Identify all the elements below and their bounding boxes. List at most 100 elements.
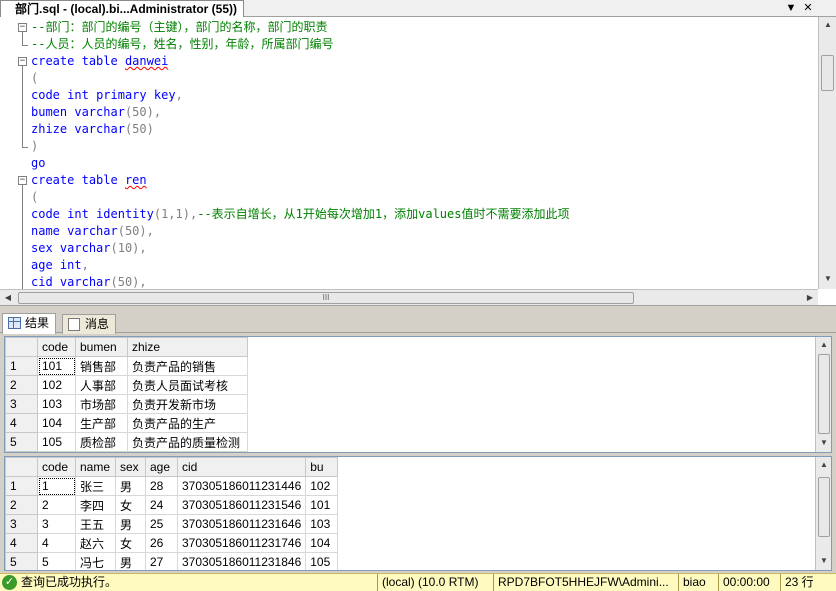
grid1-scroll-up-icon[interactable]: ▲ [816, 337, 831, 353]
row-number[interactable]: 5 [5, 552, 38, 570]
grid1-vertical-scrollbar[interactable]: ▲ ▼ [815, 337, 831, 452]
code-line[interactable]: ( [0, 189, 818, 206]
code-line[interactable]: ( [0, 70, 818, 87]
grid-cell[interactable]: 冯七 [75, 552, 116, 570]
grid2-scroll-down-icon[interactable]: ▼ [816, 553, 831, 569]
editor-hscroll-thumb[interactable]: III [18, 292, 634, 304]
collapse-region-icon[interactable]: − [18, 176, 27, 185]
table-row[interactable]: 1 1 张三男 28 370305186011231446 102 [5, 476, 339, 496]
editor-vertical-scrollbar[interactable]: ▲ ▼ [818, 17, 836, 289]
grid-cell[interactable]: 370305186011231746 [176, 533, 307, 553]
table-row[interactable]: 5 105 质检部 负责产品的质量检测 [5, 432, 248, 452]
grid-cell[interactable]: 1 [37, 476, 76, 496]
code-line[interactable]: sex varchar(10), [0, 240, 818, 257]
grid-cell[interactable]: 男 [115, 552, 146, 570]
scroll-left-icon[interactable]: ◀ [0, 290, 16, 305]
column-header[interactable]: name [75, 457, 116, 477]
grid-cell[interactable]: 370305186011231846 [176, 552, 307, 570]
sql-editor[interactable]: − --部门：部门的编号（主键），部门的名称，部门的职责 --人员：人员的编号，姓名… [0, 17, 836, 306]
grid-cell[interactable]: 男 [115, 476, 146, 496]
grid-cell[interactable]: 102 [305, 476, 339, 496]
code-line[interactable]: − create table danwei [0, 53, 818, 70]
scroll-right-icon[interactable]: ▶ [802, 290, 818, 305]
table-row[interactable]: 2 2 李四女 24 370305186011231546 101 [5, 495, 339, 515]
column-header[interactable]: age [145, 457, 178, 477]
grid-cell[interactable]: 负责产品的销售 [127, 356, 248, 376]
grid-cell[interactable]: 105 [37, 432, 76, 452]
grid-cell[interactable]: 105 [305, 552, 339, 570]
code-line[interactable]: name varchar(50), [0, 223, 818, 240]
grid-cell[interactable]: 103 [305, 514, 339, 534]
row-number[interactable]: 1 [5, 476, 38, 496]
column-header[interactable]: code [37, 457, 76, 477]
table-row[interactable]: 3 3 王五男 25 370305186011231646 103 [5, 514, 339, 534]
code-line[interactable]: − --部门：部门的编号（主键），部门的名称，部门的职责 [0, 19, 818, 36]
column-header[interactable]: bumen [75, 337, 128, 357]
code-line[interactable]: --人员：人员的编号，姓名，性别，年龄，所属部门编号 [0, 36, 818, 53]
grid-cell[interactable]: 101 [305, 495, 339, 515]
row-number[interactable]: 2 [5, 375, 38, 395]
grid-cell[interactable]: 负责产品的生产 [127, 413, 248, 433]
grid-cell[interactable]: 销售部 [75, 356, 128, 376]
column-header[interactable]: sex [115, 457, 146, 477]
document-tab[interactable]: 部门.sql - (local).bi...Administrator (55)… [0, 0, 245, 17]
code-line[interactable]: code int identity(1,1),--表示自增长，从1开始每次增加1… [0, 206, 818, 223]
grid-cell[interactable]: 370305186011231546 [176, 495, 307, 515]
grid-cell[interactable]: 104 [37, 413, 76, 433]
column-header[interactable]: code [37, 337, 76, 357]
scroll-down-icon[interactable]: ▼ [820, 271, 836, 287]
grid2-vscroll-thumb[interactable] [818, 477, 830, 537]
grid-cell[interactable]: 女 [115, 495, 146, 515]
grid-cell[interactable]: 王五 [75, 514, 116, 534]
column-header[interactable]: bu [305, 457, 339, 477]
code-area[interactable]: − --部门：部门的编号（主键），部门的名称，部门的职责 --人员：人员的编号，姓名… [0, 17, 818, 289]
grid-cell[interactable]: 男 [115, 514, 146, 534]
editor-vscroll-thumb[interactable] [821, 55, 834, 91]
code-line[interactable]: zhize varchar(50) [0, 121, 818, 138]
row-number[interactable]: 2 [5, 495, 38, 515]
code-line[interactable]: bumen varchar(50), [0, 104, 818, 121]
table-row[interactable]: 4 104 生产部 负责产品的生产 [5, 413, 248, 433]
table-row[interactable]: 4 4 赵六女 26 370305186011231746 104 [5, 533, 339, 553]
grid1-scroll-down-icon[interactable]: ▼ [816, 435, 831, 451]
tab-list-dropdown-icon[interactable]: ▼ [783, 0, 799, 16]
grid-cell[interactable]: 生产部 [75, 413, 128, 433]
grid-cell[interactable]: 370305186011231446 [176, 476, 307, 496]
grid-cell[interactable]: 370305186011231646 [176, 514, 307, 534]
row-number[interactable]: 4 [5, 413, 38, 433]
grid-cell[interactable]: 27 [145, 552, 178, 570]
code-line[interactable]: code int primary key, [0, 87, 818, 104]
table-row[interactable]: 3 103 市场部 负责开发新市场 [5, 394, 248, 414]
grid-cell[interactable]: 质检部 [75, 432, 128, 452]
tab-messages[interactable]: 消息 [62, 314, 117, 334]
scroll-up-icon[interactable]: ▲ [820, 17, 836, 33]
row-number[interactable]: 1 [5, 356, 38, 376]
column-header[interactable]: zhize [127, 337, 248, 357]
grid-cell[interactable]: 101 [37, 356, 76, 376]
code-line[interactable]: go [0, 155, 818, 172]
results-grid-ren[interactable]: code name sex age cid bu 1 1 张三男 28 3703051860112… [4, 456, 832, 571]
grid-cell[interactable]: 负责产品的质量检测 [127, 432, 248, 452]
row-number[interactable]: 3 [5, 394, 38, 414]
grid-cell[interactable]: 28 [145, 476, 178, 496]
collapse-region-icon[interactable]: − [18, 23, 27, 32]
grid-corner[interactable] [5, 457, 38, 477]
grid-cell[interactable]: 104 [305, 533, 339, 553]
code-line[interactable]: − create table ren [0, 172, 818, 189]
row-number[interactable]: 4 [5, 533, 38, 553]
results-grid-danwei[interactable]: code bumen zhize 1 101 销售部 负责产品的销售 2 102 人事部 负责人员… [4, 336, 832, 453]
grid-cell[interactable]: 26 [145, 533, 178, 553]
grid-cell[interactable]: 5 [37, 552, 76, 570]
table-row[interactable]: 5 5 冯七男 27 370305186011231846 105 [5, 552, 339, 570]
table-row[interactable]: 1 101 销售部 负责产品的销售 [5, 356, 248, 376]
collapse-region-icon[interactable]: − [18, 57, 27, 66]
table-row[interactable]: 2 102 人事部 负责人员面试考核 [5, 375, 248, 395]
code-line[interactable]: ) [0, 138, 818, 155]
grid-cell[interactable]: 102 [37, 375, 76, 395]
grid-cell[interactable]: 赵六 [75, 533, 116, 553]
grid-cell[interactable]: 市场部 [75, 394, 128, 414]
grid2-vertical-scrollbar[interactable]: ▲ ▼ [815, 457, 831, 570]
editor-horizontal-scrollbar[interactable]: ◀ III ▶ [0, 289, 818, 305]
grid-cell[interactable]: 24 [145, 495, 178, 515]
code-line[interactable]: age int, [0, 257, 818, 274]
